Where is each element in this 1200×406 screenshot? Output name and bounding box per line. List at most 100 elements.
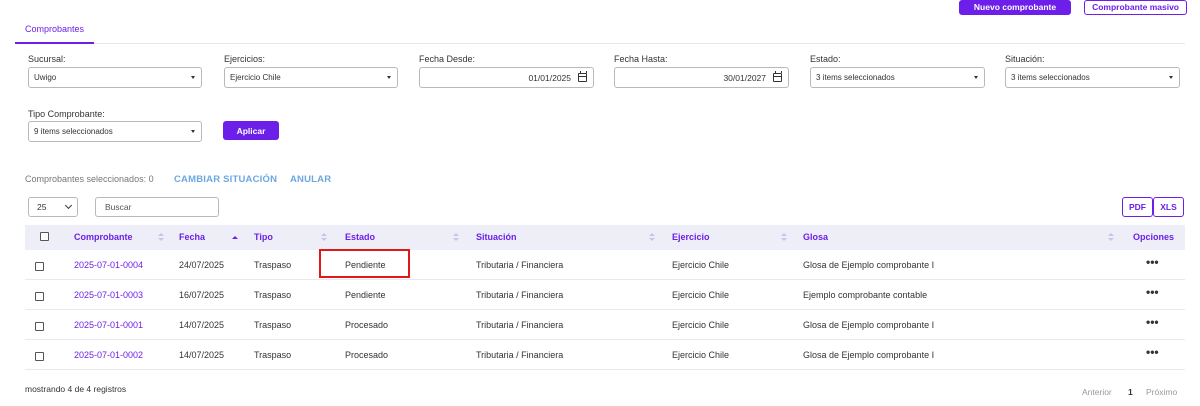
search-input[interactable]	[95, 197, 219, 217]
situacion-cell: Tributaria / Financiera	[476, 260, 564, 270]
row-checkbox[interactable]	[35, 292, 44, 301]
export-xls-button[interactable]: XLS	[1153, 197, 1184, 217]
apply-button[interactable]: Aplicar	[223, 121, 279, 140]
ejercicios-value: Ejercicio Chile	[230, 73, 281, 82]
calendar-icon[interactable]	[773, 71, 782, 82]
ejercicio-cell: Ejercicio Chile	[672, 290, 730, 300]
page-size-select[interactable]: 25	[28, 197, 78, 217]
page-size-value: 25	[37, 202, 47, 212]
caret-down-icon	[974, 76, 978, 79]
export-pdf-button[interactable]: PDF	[1122, 197, 1153, 217]
tipo-cell: Traspaso	[254, 350, 292, 360]
table-row: 2025-07-01-0002 14/07/2025 Traspaso Proc…	[25, 340, 1185, 370]
caret-down-icon	[1169, 76, 1173, 79]
glosa-cell: Glosa de Ejemplo comprobante I	[803, 350, 935, 360]
fecha-desde-label: Fecha Desde:	[419, 54, 476, 64]
tab-comprobantes[interactable]: Comprobantes	[15, 18, 95, 44]
col-fecha[interactable]: Fecha	[179, 225, 205, 250]
chevron-down-icon	[64, 201, 73, 210]
tipo-cell: Traspaso	[254, 320, 292, 330]
sucursal-value: Uwigo	[34, 73, 57, 82]
ejercicios-select[interactable]: Ejercicio Chile	[224, 67, 398, 88]
calendar-icon[interactable]	[578, 71, 587, 82]
cancel-link[interactable]: ANULAR	[290, 174, 331, 185]
fecha-cell: 14/07/2025	[179, 320, 225, 330]
fecha-cell: 14/07/2025	[179, 350, 225, 360]
caret-down-icon	[387, 76, 391, 79]
comprobante-link[interactable]: 2025-07-01-0001	[74, 310, 143, 340]
situacion-cell: Tributaria / Financiera	[476, 290, 564, 300]
estado-highlight-box	[319, 249, 410, 278]
situacion-label: Situación:	[1005, 54, 1045, 64]
sucursal-select[interactable]: Uwigo	[28, 67, 202, 88]
comprobante-link[interactable]: 2025-07-01-0004	[74, 250, 143, 280]
col-situacion[interactable]: Situación	[476, 225, 517, 250]
select-all-checkbox[interactable]	[40, 232, 49, 241]
sort-icon[interactable]	[158, 233, 164, 242]
sort-icon[interactable]	[781, 233, 787, 242]
estado-label: Estado:	[810, 54, 841, 64]
situacion-cell: Tributaria / Financiera	[476, 350, 564, 360]
top-actions: Nuevo comprobante Comprobante masivo	[958, 0, 1187, 15]
fecha-cell: 16/07/2025	[179, 290, 225, 300]
col-comprobante[interactable]: Comprobante	[74, 225, 133, 250]
fecha-hasta-input[interactable]: 30/01/2027	[614, 67, 789, 88]
glosa-cell: Ejemplo comprobante contable	[803, 290, 928, 300]
tipo-comprobante-select[interactable]: 9 items seleccionados	[28, 121, 202, 142]
tipo-cell: Traspaso	[254, 260, 292, 270]
more-options-icon[interactable]: •••	[1146, 280, 1159, 310]
current-page[interactable]: 1	[1128, 387, 1133, 397]
bulk-voucher-button[interactable]: Comprobante masivo	[1084, 0, 1187, 15]
estado-cell: Procesado	[345, 350, 389, 360]
table-row: 2025-07-01-0003 16/07/2025 Traspaso Pend…	[25, 280, 1185, 310]
situacion-select[interactable]: 3 items seleccionados	[1005, 67, 1180, 88]
tab-bar: Comprobantes	[15, 18, 1185, 44]
tipo-comprobante-value: 9 items seleccionados	[34, 127, 113, 136]
vouchers-table: Comprobante Fecha Tipo Estado Situación …	[25, 225, 1185, 370]
col-opciones: Opciones	[1133, 232, 1175, 242]
ejercicio-cell: Ejercicio Chile	[672, 320, 730, 330]
sort-icon[interactable]	[649, 233, 655, 242]
row-checkbox[interactable]	[35, 322, 44, 331]
change-status-link[interactable]: CAMBIAR SITUACIÓN	[174, 174, 277, 185]
glosa-cell: Glosa de Ejemplo comprobante I	[803, 320, 935, 330]
more-options-icon[interactable]: •••	[1146, 250, 1159, 280]
sort-icon[interactable]	[321, 233, 327, 242]
caret-down-icon	[191, 76, 195, 79]
fecha-desde-input[interactable]: 01/01/2025	[419, 67, 594, 88]
more-options-icon[interactable]: •••	[1146, 340, 1159, 370]
col-estado[interactable]: Estado	[345, 225, 375, 250]
caret-down-icon	[191, 130, 195, 133]
sort-icon[interactable]	[453, 233, 459, 242]
sort-ascending-icon[interactable]	[232, 236, 238, 239]
sort-icon[interactable]	[1108, 233, 1114, 242]
col-tipo[interactable]: Tipo	[254, 225, 273, 250]
comprobante-link[interactable]: 2025-07-01-0002	[74, 340, 143, 370]
new-voucher-button[interactable]: Nuevo comprobante	[958, 0, 1072, 15]
estado-select[interactable]: 3 items seleccionados	[810, 67, 985, 88]
prev-page-link[interactable]: Anterior	[1082, 387, 1112, 397]
fecha-hasta-value: 30/01/2027	[723, 73, 766, 83]
fecha-desde-value: 01/01/2025	[528, 73, 571, 83]
table-row: 2025-07-01-0004 24/07/2025 Traspaso Pend…	[25, 250, 1185, 280]
estado-cell: Pendiente	[345, 290, 386, 300]
situacion-cell: Tributaria / Financiera	[476, 320, 564, 330]
fecha-hasta-label: Fecha Hasta:	[614, 54, 668, 64]
more-options-icon[interactable]: •••	[1146, 310, 1159, 340]
row-checkbox[interactable]	[35, 352, 44, 361]
col-ejercicio[interactable]: Ejercicio	[672, 225, 710, 250]
col-glosa[interactable]: Glosa	[803, 225, 828, 250]
next-page-link[interactable]: Próximo	[1146, 387, 1177, 397]
row-checkbox[interactable]	[35, 262, 44, 271]
table-row: 2025-07-01-0001 14/07/2025 Traspaso Proc…	[25, 310, 1185, 340]
ejercicios-label: Ejercicios:	[224, 54, 266, 64]
ejercicio-cell: Ejercicio Chile	[672, 260, 730, 270]
fecha-cell: 24/07/2025	[179, 260, 225, 270]
estado-cell: Procesado	[345, 320, 389, 330]
comprobante-link[interactable]: 2025-07-01-0003	[74, 280, 143, 310]
table-header: Comprobante Fecha Tipo Estado Situación …	[25, 225, 1185, 250]
glosa-cell: Glosa de Ejemplo comprobante I	[803, 260, 935, 270]
estado-value: 3 items seleccionados	[816, 73, 895, 82]
tipo-cell: Traspaso	[254, 290, 292, 300]
tipo-comprobante-label: Tipo Comprobante:	[28, 109, 105, 119]
